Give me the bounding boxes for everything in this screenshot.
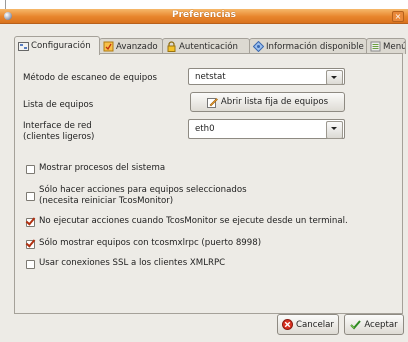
tab-label: Menús (383, 41, 405, 52)
checkbox-label: Sólo hacer acciones para equipos selecci… (39, 185, 247, 207)
tab-configuracion[interactable]: Configuración (14, 36, 100, 55)
tab-menus[interactable]: Menús (366, 38, 406, 54)
checkbox-label-line2: (necesita reiniciar TcosMonitor) (39, 196, 174, 206)
background-strip (0, 0, 408, 9)
accept-button[interactable]: Aceptar (344, 314, 404, 335)
cancel-icon (282, 319, 294, 330)
checkbox-box[interactable] (26, 218, 35, 227)
tab-informacion-disponible[interactable]: Información disponible (249, 38, 367, 54)
scan-method-label: Método de escaneo de equipos (23, 73, 157, 83)
tab-label: Avanzado (116, 41, 158, 52)
checkbox-label: Sólo mostrar equipos con tcosmxlrpc (pue… (39, 238, 262, 248)
tab-label: Información disponible (266, 41, 364, 52)
chevron-down-icon[interactable] (326, 121, 343, 139)
menu-icon (370, 41, 381, 52)
checkbox-label-line1: Sólo hacer acciones para equipos selecci… (39, 185, 247, 195)
tab-avanzado[interactable]: Avanzado (99, 38, 163, 54)
ssl-xmlrpc-checkbox[interactable]: Usar conexiones SSL a los clientes XMLRP… (26, 258, 225, 269)
advanced-icon (103, 41, 114, 52)
close-button[interactable]: × (392, 11, 404, 22)
accept-icon (350, 320, 362, 330)
lock-icon (167, 41, 176, 52)
checkbox-box[interactable] (26, 192, 35, 201)
show-system-processes-checkbox[interactable]: Mostrar procesos del sistema (26, 163, 165, 174)
accept-label: Aceptar (364, 319, 398, 330)
interface-label-line2: (clientes ligeros) (23, 132, 95, 142)
strip-marker (5, 0, 6, 9)
scan-method-value: netstat (195, 72, 226, 82)
checkbox-label: Usar conexiones SSL a los clientes XMLRP… (39, 258, 226, 268)
selected-hosts-only-checkbox[interactable]: Sólo hacer acciones para equipos selecci… (26, 185, 247, 207)
tab-bar: Configuración Avanzado Autenticación Inf… (14, 36, 406, 55)
config-icon (18, 41, 29, 51)
checkbox-box[interactable] (26, 240, 35, 249)
interface-label: Interface de red (clientes ligeros) (23, 121, 94, 143)
interface-label-line1: Interface de red (23, 121, 92, 131)
tab-label: Autenticación (179, 41, 238, 52)
scan-method-combo[interactable]: netstat (188, 68, 345, 85)
open-host-list-label: Abrir lista fija de equipos (220, 97, 329, 107)
interface-combo[interactable]: eth0 (188, 119, 345, 139)
preferences-window: Preferencias × Configuración Avanzado Au… (0, 9, 408, 342)
tab-autenticacion[interactable]: Autenticación (162, 38, 250, 54)
window-title: Preferencias (172, 10, 236, 20)
checkbox-box[interactable] (26, 260, 35, 269)
chevron-down-icon[interactable] (326, 70, 343, 85)
cancel-label: Cancelar (296, 319, 334, 330)
edit-icon (206, 97, 218, 108)
checkbox-box[interactable] (26, 165, 35, 174)
interface-value: eth0 (195, 124, 215, 134)
no-actions-from-terminal-checkbox[interactable]: No ejecutar acciones cuando TcosMonitor … (26, 216, 348, 227)
tcosxmlrpc-hosts-only-checkbox[interactable]: Sólo mostrar equipos con tcosmxlrpc (pue… (26, 238, 261, 249)
host-list-label: Lista de equipos (23, 100, 94, 110)
open-host-list-button[interactable]: Abrir lista fija de equipos (190, 92, 345, 112)
info-icon (253, 41, 264, 52)
checkbox-label: Mostrar procesos del sistema (39, 163, 166, 173)
title-bar[interactable]: Preferencias × (0, 9, 408, 24)
checkbox-label: No ejecutar acciones cuando TcosMonitor … (39, 216, 348, 226)
tab-label: Configuración (31, 41, 91, 51)
cancel-button[interactable]: Cancelar (277, 314, 339, 335)
